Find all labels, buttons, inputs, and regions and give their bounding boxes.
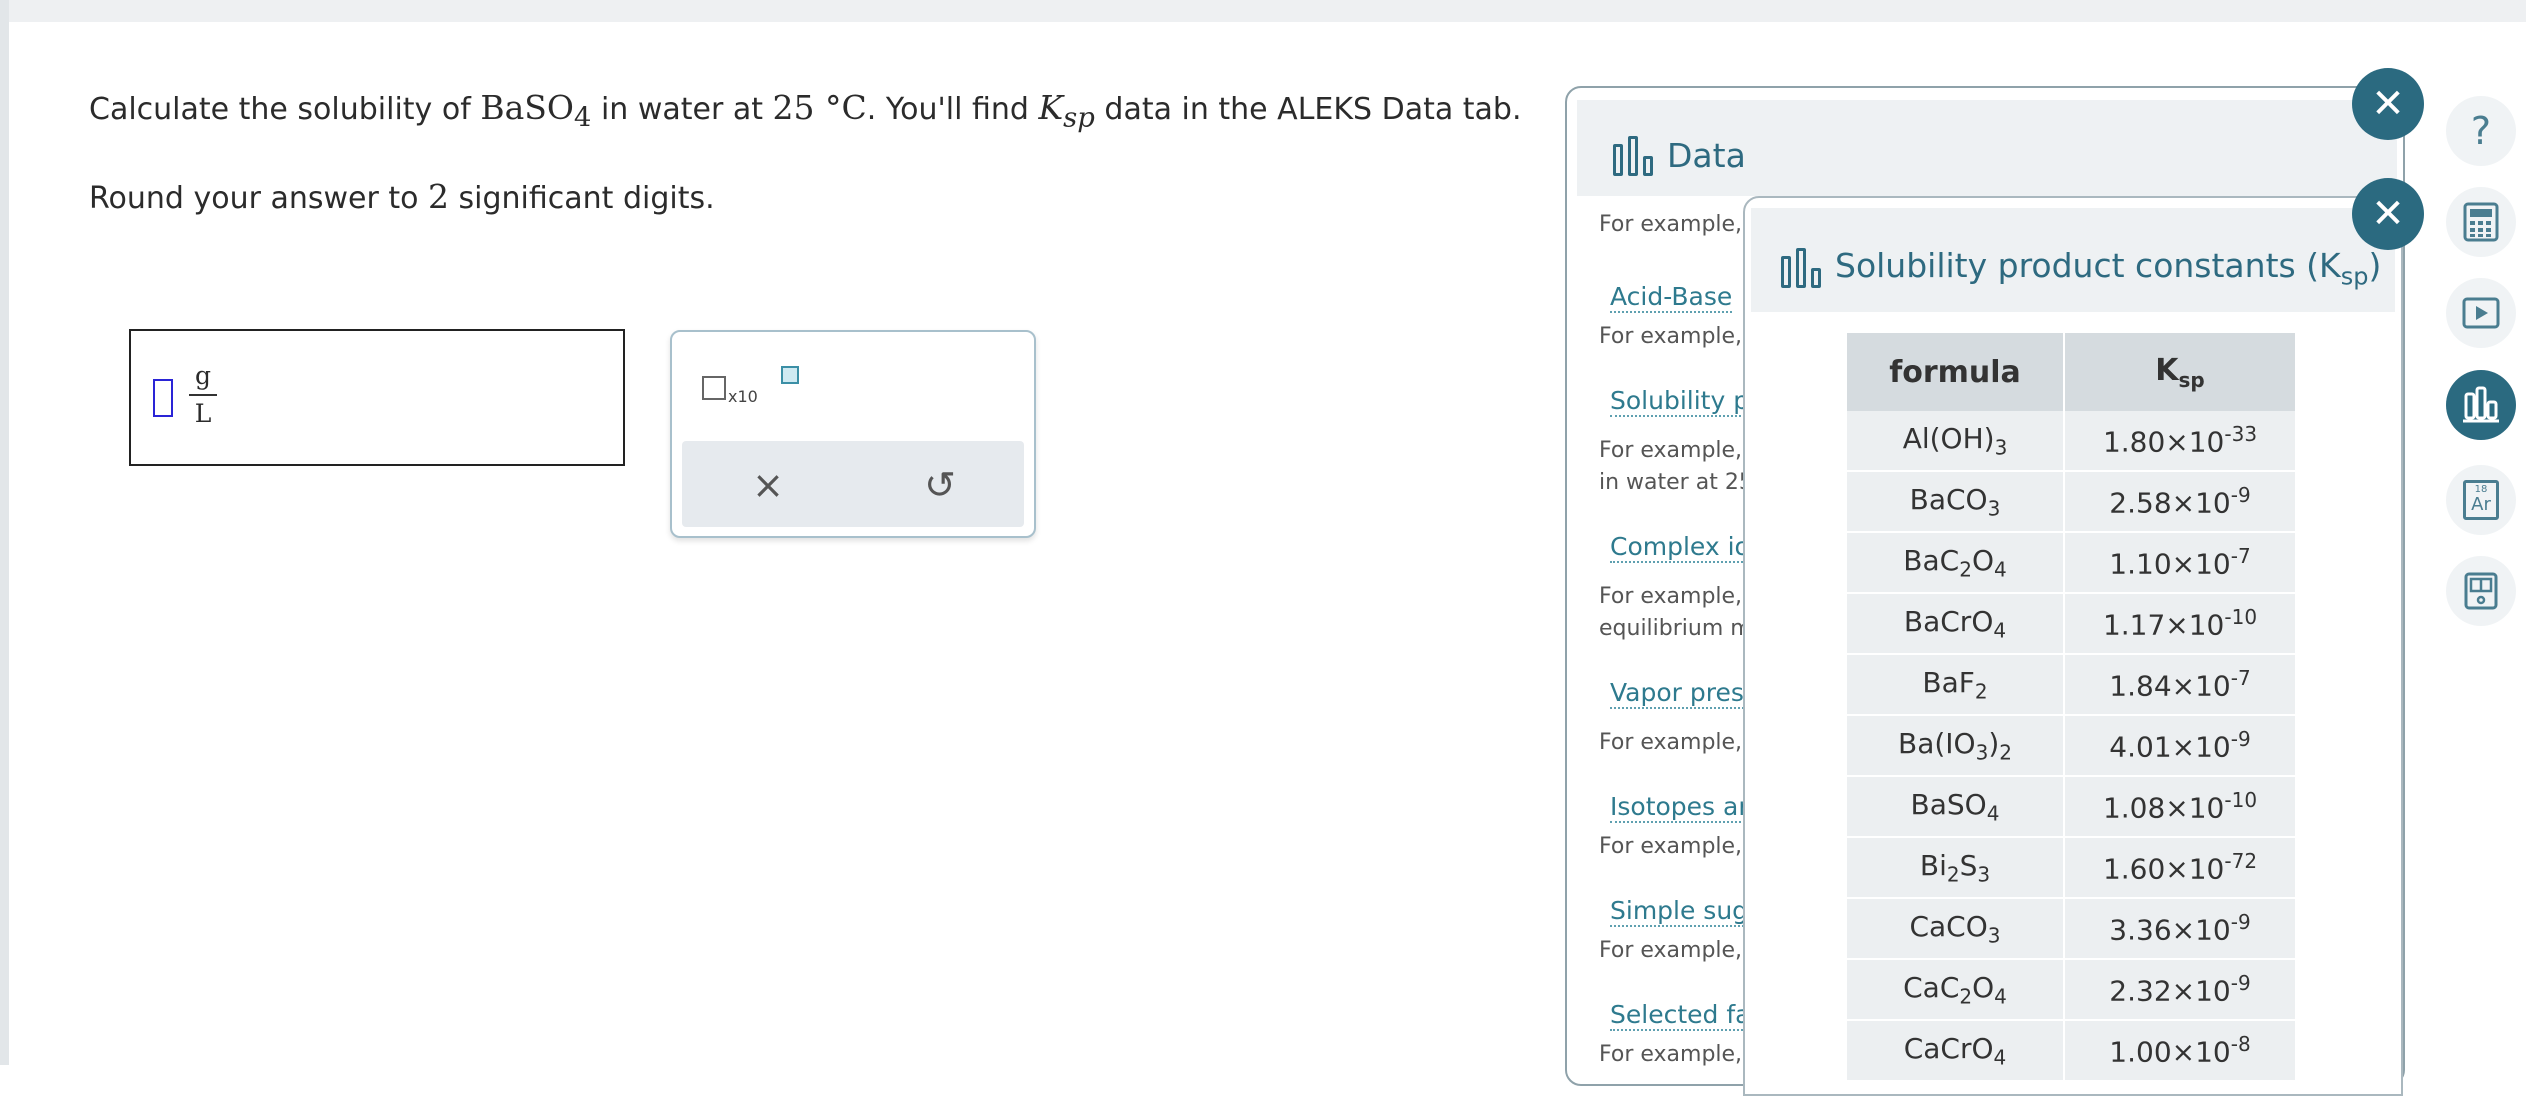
- close-icon: ✕: [2371, 81, 2405, 127]
- chart-icon: [1613, 136, 1653, 176]
- formula-cell: Bi2S3: [1847, 837, 2065, 899]
- reference-button[interactable]: [2446, 556, 2516, 626]
- formula-cell: BaCrO4: [1847, 593, 2065, 655]
- column-header-formula: formula: [1847, 333, 2065, 411]
- table-row: BaC2O4 1.10×10-7: [1847, 532, 2297, 594]
- data-link-selected-facts[interactable]: Selected fa: [1610, 1000, 1751, 1031]
- undo-icon: ↺: [924, 463, 956, 507]
- left-edge: [0, 0, 9, 1065]
- ksp-cell: 4.01×10-9: [2064, 715, 2297, 777]
- ksp-table: formula Ksp Al(OH)3 1.80×10-33 BaCO3 2.58×1…: [1847, 333, 2297, 1082]
- formula-cell: CaCrO4: [1847, 1020, 2065, 1082]
- data-example: equilibrium m: [1599, 616, 1752, 641]
- data-link-complex-ions[interactable]: Complex io: [1610, 532, 1750, 563]
- clear-icon: ×: [752, 463, 784, 507]
- table-row: Ba(IO3)2 4.01×10-9: [1847, 715, 2297, 777]
- chart-icon: [1781, 248, 1821, 288]
- table-row: BaCrO4 1.17×10-10: [1847, 593, 2297, 655]
- ksp-cell: 1.84×10-7: [2064, 654, 2297, 716]
- close-data-panel-button[interactable]: ✕: [2352, 68, 2424, 140]
- data-example: For example,: [1599, 938, 1743, 963]
- ksp-panel-title: Solubility product constants (Ksp): [1835, 246, 2382, 291]
- help-button[interactable]: ?: [2446, 96, 2516, 166]
- ksp-symbol: Ksp: [1038, 88, 1095, 134]
- question-text: Calculate the solubility of BaSO4 in wat…: [89, 88, 1522, 134]
- ksp-cell: 1.10×10-7: [2064, 532, 2297, 594]
- formula-cell: BaSO4: [1847, 776, 2065, 838]
- answer-input[interactable]: [153, 379, 173, 417]
- table-header-row: formula Ksp: [1847, 333, 2297, 411]
- table-row: BaSO4 1.08×10-10: [1847, 776, 2297, 838]
- data-example: For example,: [1599, 584, 1743, 609]
- ksp-cell: 1.17×10-10: [2064, 593, 2297, 655]
- table-row: Al(OH)3 1.80×10-33: [1847, 411, 2297, 472]
- ksp-cell: 2.58×10-9: [2064, 471, 2297, 533]
- data-link-simple-sugars[interactable]: Simple sug: [1610, 896, 1749, 927]
- formula-cell: CaCO3: [1847, 898, 2065, 960]
- data-example: For example,: [1599, 1042, 1743, 1067]
- video-button[interactable]: [2446, 278, 2516, 348]
- column-header-ksp: Ksp: [2064, 333, 2297, 411]
- clear-button[interactable]: ×: [738, 455, 798, 515]
- table-row: Bi2S3 1.60×10-72: [1847, 837, 2297, 899]
- close-ksp-panel-button[interactable]: ✕: [2352, 178, 2424, 250]
- formula-cell: BaC2O4: [1847, 532, 2065, 594]
- play-video-icon: [2462, 297, 2500, 329]
- ksp-cell: 1.60×10-72: [2064, 837, 2297, 899]
- calculator-icon: [2463, 202, 2499, 242]
- reference-book-icon: [2464, 572, 2498, 610]
- ksp-cell: 2.32×10-9: [2064, 959, 2297, 1021]
- formula-cell: BaCO3: [1847, 471, 2065, 533]
- ksp-cell: 1.80×10-33: [2064, 411, 2297, 472]
- ksp-cell: 1.00×10-8: [2064, 1020, 2297, 1082]
- answer-input-box[interactable]: g L: [129, 329, 625, 466]
- table-row: BaCO3 2.58×10-9: [1847, 471, 2297, 533]
- ksp-panel: Solubility product constants (Ksp) formu…: [1743, 196, 2403, 1096]
- data-example: For example,: [1599, 324, 1743, 349]
- data-example: For example,: [1599, 212, 1743, 237]
- ksp-panel-header: Solubility product constants (Ksp): [1751, 208, 2395, 312]
- formula-cell: CaC2O4: [1847, 959, 2065, 1021]
- compound: BaSO4: [480, 88, 592, 134]
- data-link-vapor-pressure[interactable]: Vapor pres: [1610, 678, 1744, 709]
- ksp-cell: 3.36×10-9: [2064, 898, 2297, 960]
- data-panel-title: Data: [1667, 136, 1746, 175]
- data-example: For example,: [1599, 730, 1743, 755]
- top-bar: [0, 0, 2526, 22]
- periodic-table-button[interactable]: 18 Ar: [2446, 465, 2516, 535]
- undo-button[interactable]: ↺: [910, 455, 970, 515]
- table-row: BaF2 1.84×10-7: [1847, 654, 2297, 716]
- base-box-icon: [702, 376, 726, 400]
- round-instruction: Round your answer to 2 significant digit…: [89, 177, 715, 216]
- table-row: CaC2O4 2.32×10-9: [1847, 959, 2297, 1021]
- math-toolbox: x10 × ↺: [670, 330, 1036, 538]
- periodic-table-icon: 18 Ar: [2463, 480, 2499, 520]
- table-row: CaCrO4 1.00×10-8: [1847, 1020, 2297, 1082]
- data-link-solubility[interactable]: Solubility p: [1610, 386, 1750, 417]
- close-icon: ✕: [2371, 191, 2405, 237]
- table-row: CaCO3 3.36×10-9: [1847, 898, 2297, 960]
- ksp-cell: 1.08×10-10: [2064, 776, 2297, 838]
- data-tab-button[interactable]: [2446, 370, 2516, 440]
- scientific-notation-button[interactable]: x10: [702, 366, 799, 410]
- calculator-button[interactable]: [2446, 187, 2516, 257]
- data-example: in water at 25: [1599, 470, 1753, 495]
- data-panel-header: Data: [1577, 100, 2397, 196]
- chart-icon: [2463, 386, 2499, 423]
- exponent-box-icon: [781, 366, 799, 384]
- data-link-isotopes[interactable]: Isotopes ar: [1610, 792, 1749, 823]
- data-example: For example,: [1599, 834, 1743, 859]
- formula-cell: BaF2: [1847, 654, 2065, 716]
- help-icon: ?: [2470, 109, 2492, 153]
- data-link-acid-base[interactable]: Acid-Base: [1610, 282, 1733, 313]
- data-example: For example,: [1599, 438, 1743, 463]
- toolbox-actions: × ↺: [682, 441, 1024, 527]
- formula-cell: Al(OH)3: [1847, 411, 2065, 472]
- unit-fraction: g L: [189, 361, 217, 429]
- formula-cell: Ba(IO3)2: [1847, 715, 2065, 777]
